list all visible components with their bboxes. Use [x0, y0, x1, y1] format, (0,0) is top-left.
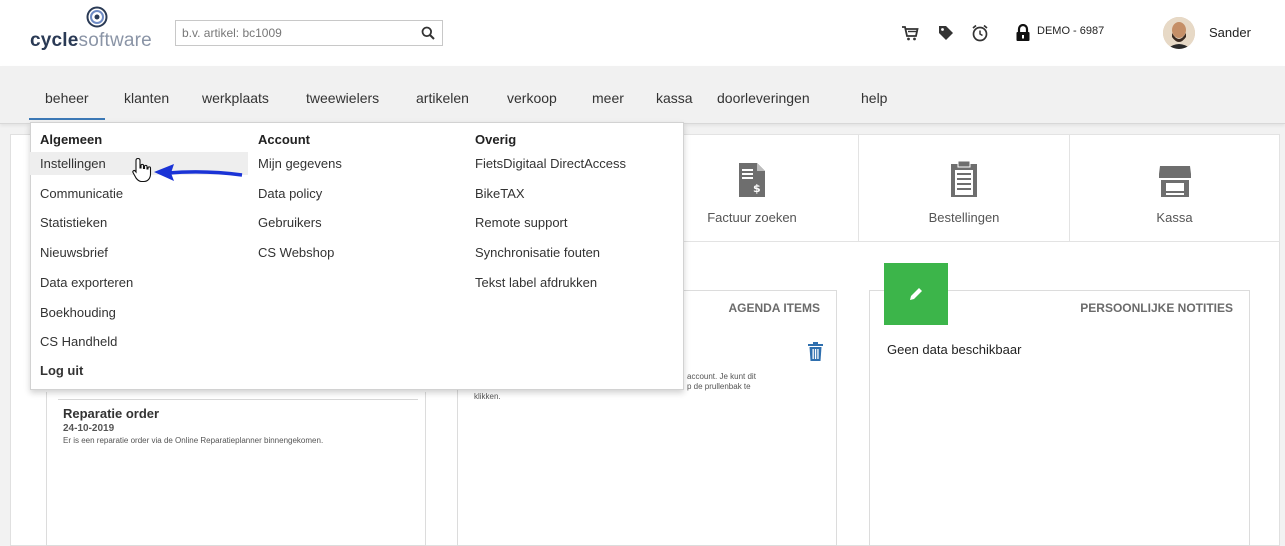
cart-icon	[902, 26, 919, 41]
pencil-icon	[910, 288, 922, 300]
menu-item-cs-handheld[interactable]: CS Handheld	[40, 334, 117, 349]
menu-item-tekst-label-afdrukken[interactable]: Tekst label afdrukken	[475, 275, 597, 290]
alarm-button[interactable]	[969, 22, 991, 44]
alarm-clock-icon	[972, 24, 988, 42]
nav-meer[interactable]: meer	[592, 90, 624, 106]
search-button[interactable]	[414, 21, 442, 45]
trash-icon	[808, 342, 823, 361]
hand-cursor-icon	[132, 157, 152, 183]
delete-button[interactable]	[808, 342, 823, 366]
avatar[interactable]	[1163, 17, 1195, 49]
shop-icon	[1158, 166, 1191, 197]
agenda-text-2: p de prullenbak te	[687, 382, 751, 391]
lock-button[interactable]	[1012, 22, 1034, 44]
logo-mark-icon	[86, 6, 108, 28]
agenda-text-3: klikken.	[474, 392, 501, 401]
nav-tweewielers[interactable]: tweewielers	[306, 90, 379, 106]
logo-text: cyclesoftware	[30, 30, 152, 51]
divider	[58, 399, 418, 400]
search-input[interactable]	[176, 21, 414, 45]
column-heading-account: Account	[258, 132, 310, 147]
menu-item-remote-support[interactable]: Remote support	[475, 215, 568, 230]
menu-item-gebruikers[interactable]: Gebruikers	[258, 215, 322, 230]
add-note-button[interactable]	[884, 263, 948, 325]
nav-klanten[interactable]: klanten	[124, 90, 169, 106]
avatar-image	[1163, 17, 1195, 49]
menu-item-mijn-gegevens[interactable]: Mijn gegevens	[258, 156, 342, 171]
notes-empty-text: Geen data beschikbaar	[887, 342, 1022, 357]
logo[interactable]: cyclesoftware	[30, 6, 160, 60]
nav-artikelen[interactable]: artikelen	[416, 90, 469, 106]
nav-help[interactable]: help	[861, 90, 887, 106]
column-heading-overig: Overig	[475, 132, 517, 147]
nav-werkplaats[interactable]: werkplaats	[202, 90, 269, 106]
cart-button[interactable]	[899, 22, 921, 44]
notes-title: PERSOONLIJKE NOTITIES	[1080, 301, 1233, 315]
svg-text:$: $	[753, 182, 761, 195]
agenda-title: AGENDA ITEMS	[728, 301, 820, 315]
search-icon	[421, 26, 435, 40]
menu-item-cs-webshop[interactable]: CS Webshop	[258, 245, 334, 260]
menu-item-data-policy[interactable]: Data policy	[258, 186, 322, 201]
menu-item-communicatie[interactable]: Communicatie	[40, 186, 123, 201]
nav-kassa[interactable]: kassa	[656, 90, 693, 106]
nav-doorleveringen[interactable]: doorleveringen	[717, 90, 810, 106]
nav-verkoop[interactable]: verkoop	[507, 90, 557, 106]
menu-item-biketax[interactable]: BikeTAX	[475, 186, 525, 201]
tile-kassa[interactable]: Kassa	[1069, 134, 1280, 242]
notes-panel: PERSOONLIJKE NOTITIES	[869, 290, 1250, 546]
account-label[interactable]: DEMO - 6987	[1037, 25, 1104, 37]
column-heading-algemeen: Algemeen	[40, 132, 103, 147]
clipboard-icon	[951, 160, 977, 197]
search-box	[175, 20, 443, 46]
nav-beheer[interactable]: beheer	[29, 90, 105, 120]
username[interactable]: Sander	[1209, 25, 1251, 40]
message-date: 24-10-2019	[63, 423, 115, 434]
menu-item-fietsdigitaal[interactable]: FietsDigitaal DirectAccess	[475, 156, 626, 171]
menu-item-synchronisatie-fouten[interactable]: Synchronisatie fouten	[475, 245, 600, 260]
menu-item-nieuwsbrief[interactable]: Nieuwsbrief	[40, 245, 108, 260]
tag-icon	[939, 26, 953, 40]
menu-item-log-uit[interactable]: Log uit	[40, 363, 83, 378]
tile-bestellingen[interactable]: Bestellingen	[858, 134, 1070, 242]
tag-button[interactable]	[935, 22, 957, 44]
main-nav: beheer klanten werkplaats tweewielers ar…	[0, 66, 1285, 124]
invoice-search-icon: $	[739, 163, 765, 197]
pointer-arrow-icon	[154, 164, 243, 181]
tile-label: Bestellingen	[928, 210, 1000, 225]
menu-item-statistieken[interactable]: Statistieken	[40, 215, 107, 230]
beheer-dropdown-menu: Algemeen Instellingen Communicatie Stati…	[30, 122, 684, 390]
top-header: cyclesoftware b.v. artikel: bc1009 DEMO …	[0, 0, 1285, 66]
lock-icon	[1016, 24, 1030, 41]
menu-item-data-exporteren[interactable]: Data exporteren	[40, 275, 133, 290]
agenda-text-1: account. Je kunt dit	[687, 372, 756, 381]
message-title[interactable]: Reparatie order	[63, 406, 159, 421]
tile-label: Kassa	[1156, 210, 1193, 225]
message-body: Er is een reparatie order via de Online …	[63, 436, 324, 445]
menu-item-boekhouding[interactable]: Boekhouding	[40, 305, 116, 320]
tile-label: Factuur zoeken	[707, 210, 797, 225]
